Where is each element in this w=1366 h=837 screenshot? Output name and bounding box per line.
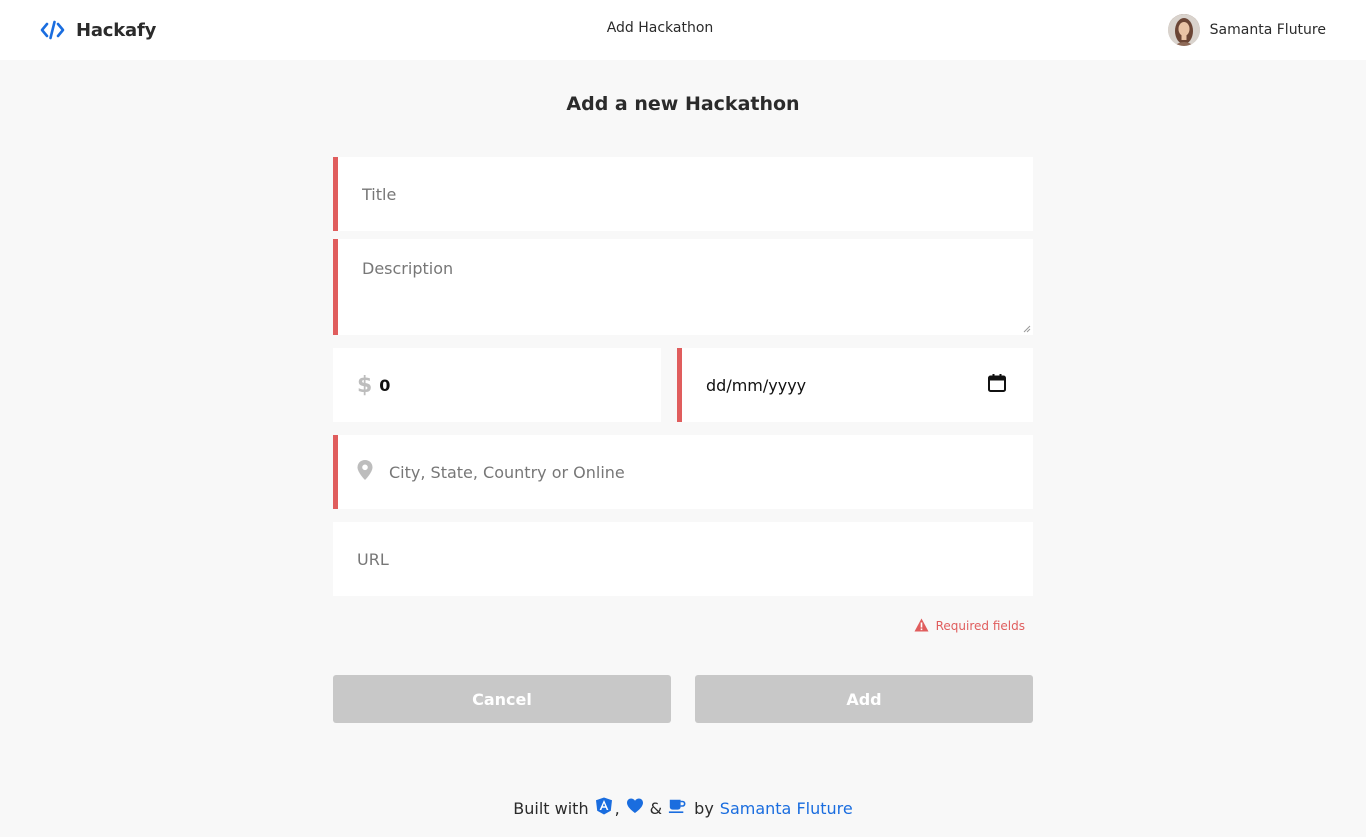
- description-textarea[interactable]: [362, 259, 1009, 315]
- top-navbar: Hackafy Add Hackathon Samanta Fluture: [0, 0, 1366, 60]
- footer: Built with , & by Samanta Fluture: [0, 796, 1366, 820]
- heart-icon: [624, 797, 646, 819]
- brand-name: Hackafy: [76, 19, 157, 41]
- footer-comma: ,: [614, 798, 620, 818]
- required-fields-label: Required fields: [935, 619, 1025, 633]
- prize-input[interactable]: [379, 375, 661, 395]
- date-input[interactable]: dd/mm/yyyy: [706, 376, 987, 395]
- user-name: Samanta Fluture: [1209, 22, 1326, 38]
- page-title: Add a new Hackathon: [566, 93, 800, 115]
- angular-icon: [593, 797, 615, 819]
- add-button[interactable]: Add: [695, 675, 1033, 723]
- date-field[interactable]: dd/mm/yyyy: [677, 348, 1033, 422]
- required-fields-note: Required fields: [914, 618, 1025, 634]
- resize-handle-icon[interactable]: [1023, 325, 1031, 333]
- cancel-button[interactable]: Cancel: [333, 675, 671, 723]
- url-input[interactable]: [357, 549, 1033, 569]
- location-input[interactable]: [389, 462, 1033, 482]
- title-field[interactable]: [333, 157, 1033, 231]
- user-menu[interactable]: Samanta Fluture: [1167, 14, 1326, 46]
- title-input[interactable]: [362, 184, 1033, 204]
- map-pin-icon: [356, 459, 389, 485]
- avatar[interactable]: [1167, 14, 1200, 46]
- brand-logo[interactable]: Hackafy: [40, 18, 156, 42]
- url-field[interactable]: [333, 522, 1033, 596]
- footer-author-link[interactable]: Samanta Fluture: [720, 799, 853, 818]
- description-field[interactable]: [333, 239, 1033, 335]
- code-icon: [40, 20, 65, 40]
- calendar-icon[interactable]: [987, 373, 1007, 397]
- warning-icon: [914, 618, 936, 635]
- nav-title[interactable]: Add Hackathon: [560, 20, 760, 36]
- footer-ampersand: &: [649, 798, 663, 818]
- footer-built-with: Built with: [513, 798, 589, 818]
- footer-by: by: [694, 798, 714, 818]
- dollar-icon: $: [357, 372, 373, 398]
- coffee-icon: [666, 797, 688, 819]
- prize-field[interactable]: $: [333, 348, 661, 422]
- location-field[interactable]: [333, 435, 1033, 509]
